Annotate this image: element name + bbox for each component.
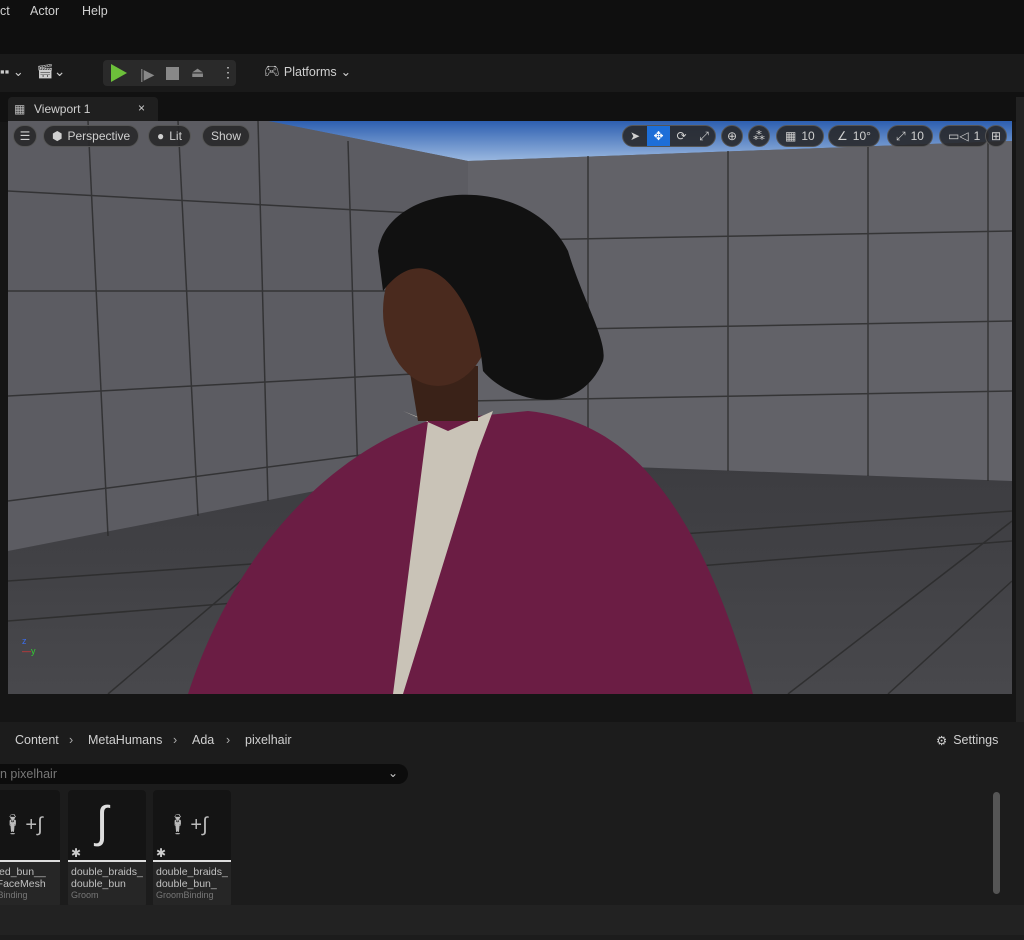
chevron-right-icon: › <box>226 733 231 747</box>
cube-icon: ⬢ <box>52 129 63 143</box>
surface-snap-toggle[interactable]: ⁂ <box>748 125 770 147</box>
chevron-down-icon[interactable]: ⌄ <box>388 766 398 780</box>
eject-icon[interactable]: ⏏ <box>191 64 204 81</box>
world-local-toggle[interactable]: ⊕ <box>721 125 743 147</box>
cinematics-dropdown[interactable]: 🎬︎⌄ <box>36 63 66 80</box>
axis-gizmo: z —y <box>22 636 36 656</box>
gamepad-icon: 🎮︎ <box>264 64 280 78</box>
angle-icon: ∠ <box>837 129 848 143</box>
chevron-down-icon: ⌄ <box>340 65 352 79</box>
groom-icon: ∫ <box>96 798 109 847</box>
menu-item-actor[interactable]: Actor <box>30 4 59 18</box>
breadcrumb-ada[interactable]: Ada <box>192 733 214 747</box>
rotate-tool-icon[interactable]: ⟳ <box>670 126 693 146</box>
globe-icon: ⊕ <box>726 129 738 143</box>
viewport-layout-button[interactable]: ⊞ <box>985 125 1007 147</box>
scale-tool-icon[interactable]: ⤢ <box>693 126 715 146</box>
asset-tile[interactable]: ∫ ✱ double_braids_ double_bun Groom <box>68 790 146 908</box>
grid-icon: ▦ <box>785 129 797 143</box>
modes-dropdown[interactable]: ▪▪ ⌄ <box>0 64 24 80</box>
level-viewport[interactable]: z —y <box>8 121 1012 694</box>
lit-sphere-icon: ● <box>157 129 165 143</box>
menu-item-help[interactable]: Help <box>82 4 108 18</box>
chevron-right-icon: › <box>173 733 178 747</box>
view-mode-button[interactable]: ● Lit <box>148 125 191 147</box>
scale-snap-icon: ⤢ <box>896 128 906 143</box>
star-icon: ✱ <box>156 846 167 860</box>
menu-bar: ct Actor Help <box>0 0 1024 54</box>
chevron-right-icon: › <box>69 733 74 747</box>
groom-binding-icon: 🕴︎+∫ <box>165 814 208 836</box>
asset-tile[interactable]: 🕴︎+∫ aided_bun__ a_FaceMeshomBinding <box>0 790 60 908</box>
settings-button[interactable]: ⚙ Settings <box>936 733 998 748</box>
details-panel-edge <box>1016 97 1024 722</box>
platforms-button[interactable]: 🎮︎ Platforms ⌄ <box>264 64 351 79</box>
scene-render <box>8 121 1012 694</box>
surface-snap-icon: ⁂ <box>753 129 765 143</box>
layout-grid-icon: ⊞ <box>990 129 1002 143</box>
search-input[interactable]: n pixelhair ⌄ <box>0 764 408 784</box>
perspective-button[interactable]: ⬢ Perspective <box>43 125 140 147</box>
star-icon: ✱ <box>71 846 82 860</box>
more-options-icon[interactable]: ⋮ <box>221 64 235 81</box>
viewport-layout-icon: ▦ <box>14 102 26 116</box>
breadcrumb-pixelhair[interactable]: pixelhair <box>245 733 292 747</box>
play-controls: |▶ ⏏ ⋮ <box>103 60 236 86</box>
status-bar <box>0 905 1024 935</box>
viewport-options-button[interactable]: ☰ <box>13 125 37 147</box>
scale-snap-button[interactable]: ⤢ 10 <box>887 125 933 147</box>
camera-speed-button[interactable]: ▭◁ 1 <box>939 125 990 147</box>
camera-icon: ▭◁ <box>948 129 969 143</box>
breadcrumb-metahumans[interactable]: MetaHumans <box>88 733 162 747</box>
groom-binding-icon: 🕴︎+∫ <box>0 814 43 836</box>
transform-tools: ➤ ✥ ⟳ ⤢ <box>622 125 716 147</box>
advance-frame-icon[interactable]: |▶ <box>140 66 154 83</box>
stop-icon[interactable] <box>166 67 179 80</box>
rotation-snap-button[interactable]: ∠ 10° <box>828 125 880 147</box>
scrollbar[interactable] <box>993 792 1000 894</box>
menu-item-project[interactable]: ct <box>0 4 10 18</box>
close-tab-icon[interactable]: × <box>138 101 145 115</box>
select-tool-icon[interactable]: ➤ <box>623 126 647 146</box>
gear-icon: ⚙ <box>936 734 948 748</box>
show-button[interactable]: Show <box>202 125 251 147</box>
asset-tile[interactable]: 🕴︎+∫ ✱ double_braids_ double_bun_ GroomBin… <box>153 790 231 908</box>
breadcrumb-content[interactable]: Content <box>15 733 59 747</box>
translate-tool-icon[interactable]: ✥ <box>647 126 670 146</box>
tab-viewport-1[interactable]: ▦ Viewport 1 × <box>8 97 158 122</box>
grid-snap-button[interactable]: ▦ 10 <box>776 125 824 147</box>
hamburger-menu-icon: ☰ <box>19 129 31 143</box>
play-icon[interactable] <box>111 64 127 82</box>
